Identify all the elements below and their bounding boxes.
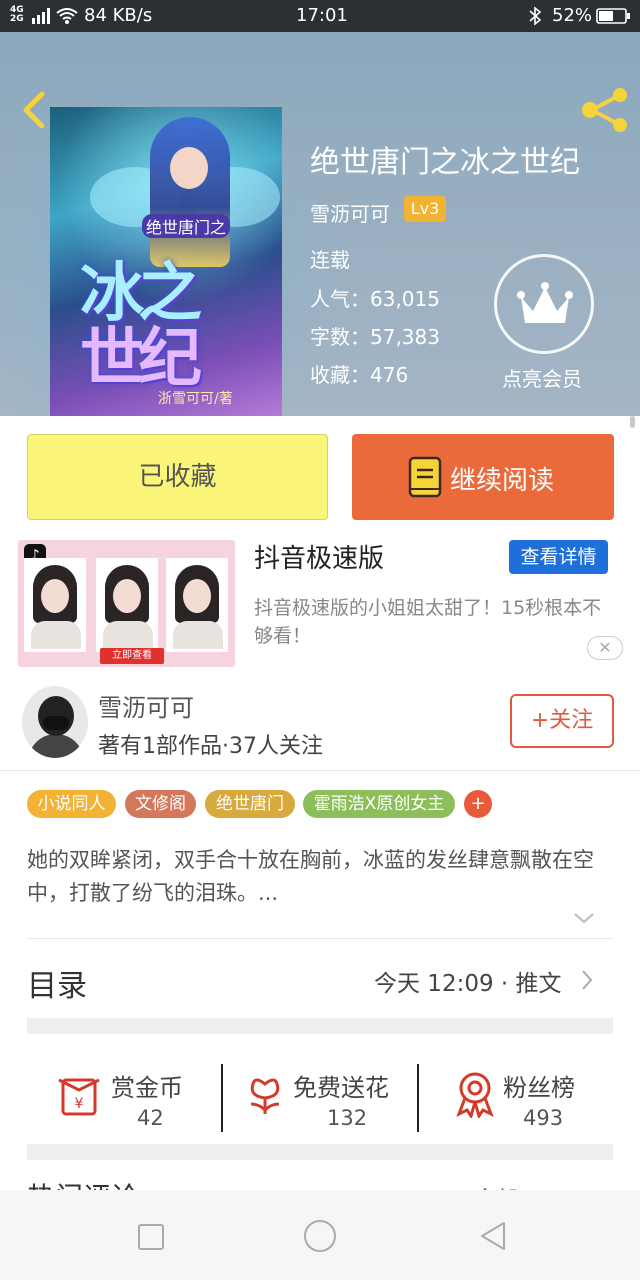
flower-icon (250, 1078, 280, 1114)
book-author[interactable]: 雪沥可可 (310, 198, 390, 227)
fan-ranking-count: 493 (523, 1106, 564, 1130)
ad-detail-button[interactable]: 查看详情 (509, 540, 608, 574)
fan-ranking-label: 粉丝榜 (503, 1074, 575, 1102)
network-type: 4G 2G (10, 5, 24, 24)
ad-description: 抖音极速版的小姐姐太甜了！15秒根本不够看！ (254, 597, 602, 647)
ad-view-now-label: 立即查看 (100, 648, 164, 664)
book-icon (408, 456, 442, 498)
send-flower-label: 免费送花 (293, 1074, 389, 1102)
tag-item[interactable]: 霍雨浩X原创女主 (303, 790, 455, 818)
reward-coin-label: 赏金币 (111, 1074, 183, 1102)
book-cover[interactable]: 绝世唐门之 冰之 世纪 浙雪可可/著 (50, 107, 282, 416)
back-arrow-icon[interactable] (18, 90, 48, 130)
scrollbar[interactable] (630, 416, 635, 428)
crown-icon (517, 282, 573, 323)
battery-percent: 52% (552, 5, 593, 26)
book-header: 绝世唐门之 冰之 世纪 浙雪可可/著 绝世唐门之冰之世纪 雪沥可可 Lv3 连载… (0, 32, 640, 416)
fan-ranking-button[interactable]: 粉丝榜 493 (423, 1044, 613, 1148)
ad-banner[interactable]: ♪ 立即查看 抖音极速版 查看详情 抖音极速版的小姐姐太甜了！15秒根本不够看！… (0, 536, 640, 671)
ad-image[interactable]: ♪ 立即查看 (18, 540, 235, 667)
continue-reading-label: 继续阅读 (450, 466, 555, 496)
wifi-icon (56, 8, 78, 24)
back-button[interactable] (478, 1220, 508, 1252)
ad-close-button[interactable]: ✕ (587, 636, 623, 660)
follow-button[interactable]: +关注 (510, 694, 614, 748)
clock: 17:01 (296, 5, 348, 26)
section-separator (27, 1144, 613, 1160)
book-status: 连载 (310, 248, 350, 272)
add-tag-button[interactable]: + (464, 790, 492, 818)
ad-photo (96, 558, 158, 652)
book-favorites-count: 收藏：476 (310, 363, 409, 387)
network-speed: 84 KB/s (84, 5, 153, 26)
bluetooth-icon (529, 6, 542, 26)
divider (221, 1064, 223, 1132)
svg-text:¥: ¥ (75, 1096, 84, 1112)
author-avatar[interactable] (22, 686, 88, 758)
system-nav-bar (0, 1190, 640, 1280)
chevron-down-icon[interactable] (572, 910, 596, 926)
tag-item[interactable]: 文修阁 (125, 790, 196, 818)
status-bar: 4G 2G 84 KB/s 17:01 52% (0, 0, 640, 32)
author-level-badge: Lv3 (404, 196, 446, 222)
recent-apps-button[interactable] (138, 1224, 164, 1250)
cover-credit: 浙雪可可/著 (158, 391, 233, 407)
send-flower-count: 132 (327, 1106, 368, 1130)
chevron-right-icon[interactable] (580, 968, 594, 992)
reward-coin-button[interactable]: ¥ 赏金币 42 (27, 1044, 217, 1148)
home-button[interactable] (304, 1220, 336, 1252)
signal-icon (32, 8, 50, 24)
cover-badge: 绝世唐门之 (142, 214, 231, 238)
book-word-count: 字数：57,383 (310, 325, 440, 349)
ad-photo (24, 558, 86, 652)
ad-title: 抖音极速版 (254, 544, 385, 574)
divider (27, 938, 613, 939)
author-name[interactable]: 雪沥可可 (98, 688, 194, 723)
share-icon[interactable] (580, 87, 630, 133)
member-label: 点亮会员 (502, 367, 582, 391)
reward-coin-icon: ¥ (58, 1078, 100, 1116)
tag-item[interactable]: 绝世唐门 (205, 790, 295, 818)
cover-character-face (170, 147, 208, 189)
reward-coin-count: 42 (137, 1106, 164, 1130)
cover-title-line2: 世纪 (80, 322, 202, 396)
favorited-button[interactable]: 已收藏 (27, 434, 328, 520)
toc-label[interactable]: 目录 (27, 961, 87, 1005)
ad-photo (166, 558, 228, 652)
author-meta: 著有1部作品·37人关注 (98, 734, 323, 759)
book-popularity: 人气：63,015 (310, 287, 440, 311)
member-button[interactable] (494, 254, 594, 354)
divider (417, 1064, 419, 1132)
battery-icon (596, 8, 630, 24)
continue-reading-button[interactable]: 继续阅读 (352, 434, 614, 520)
send-flower-button[interactable]: 免费送花 132 (227, 1044, 417, 1148)
tag-item[interactable]: 小说同人 (27, 790, 116, 818)
author-row[interactable]: 雪沥可可 著有1部作品·37人关注 +关注 (0, 676, 640, 771)
toc-updated[interactable]: 今天 12:09 · 推文 (374, 964, 562, 998)
book-detail-content: 已收藏 继续阅读 ♪ 立即查看 抖音极速版 查看详情 抖音极速版的小姐姐太甜了！… (0, 416, 640, 1280)
book-title: 绝世唐门之冰之世纪 (310, 145, 580, 180)
action-bar: ¥ 赏金币 42 免费送花 132 粉丝榜 493 (27, 1044, 613, 1148)
medal-icon (456, 1072, 494, 1118)
book-description[interactable]: 她的双眸紧闭，双手合十放在胸前，冰蓝的发丝肆意飘散在空中，打散了纷飞的泪珠。..… (27, 844, 617, 910)
section-separator (27, 1018, 613, 1034)
